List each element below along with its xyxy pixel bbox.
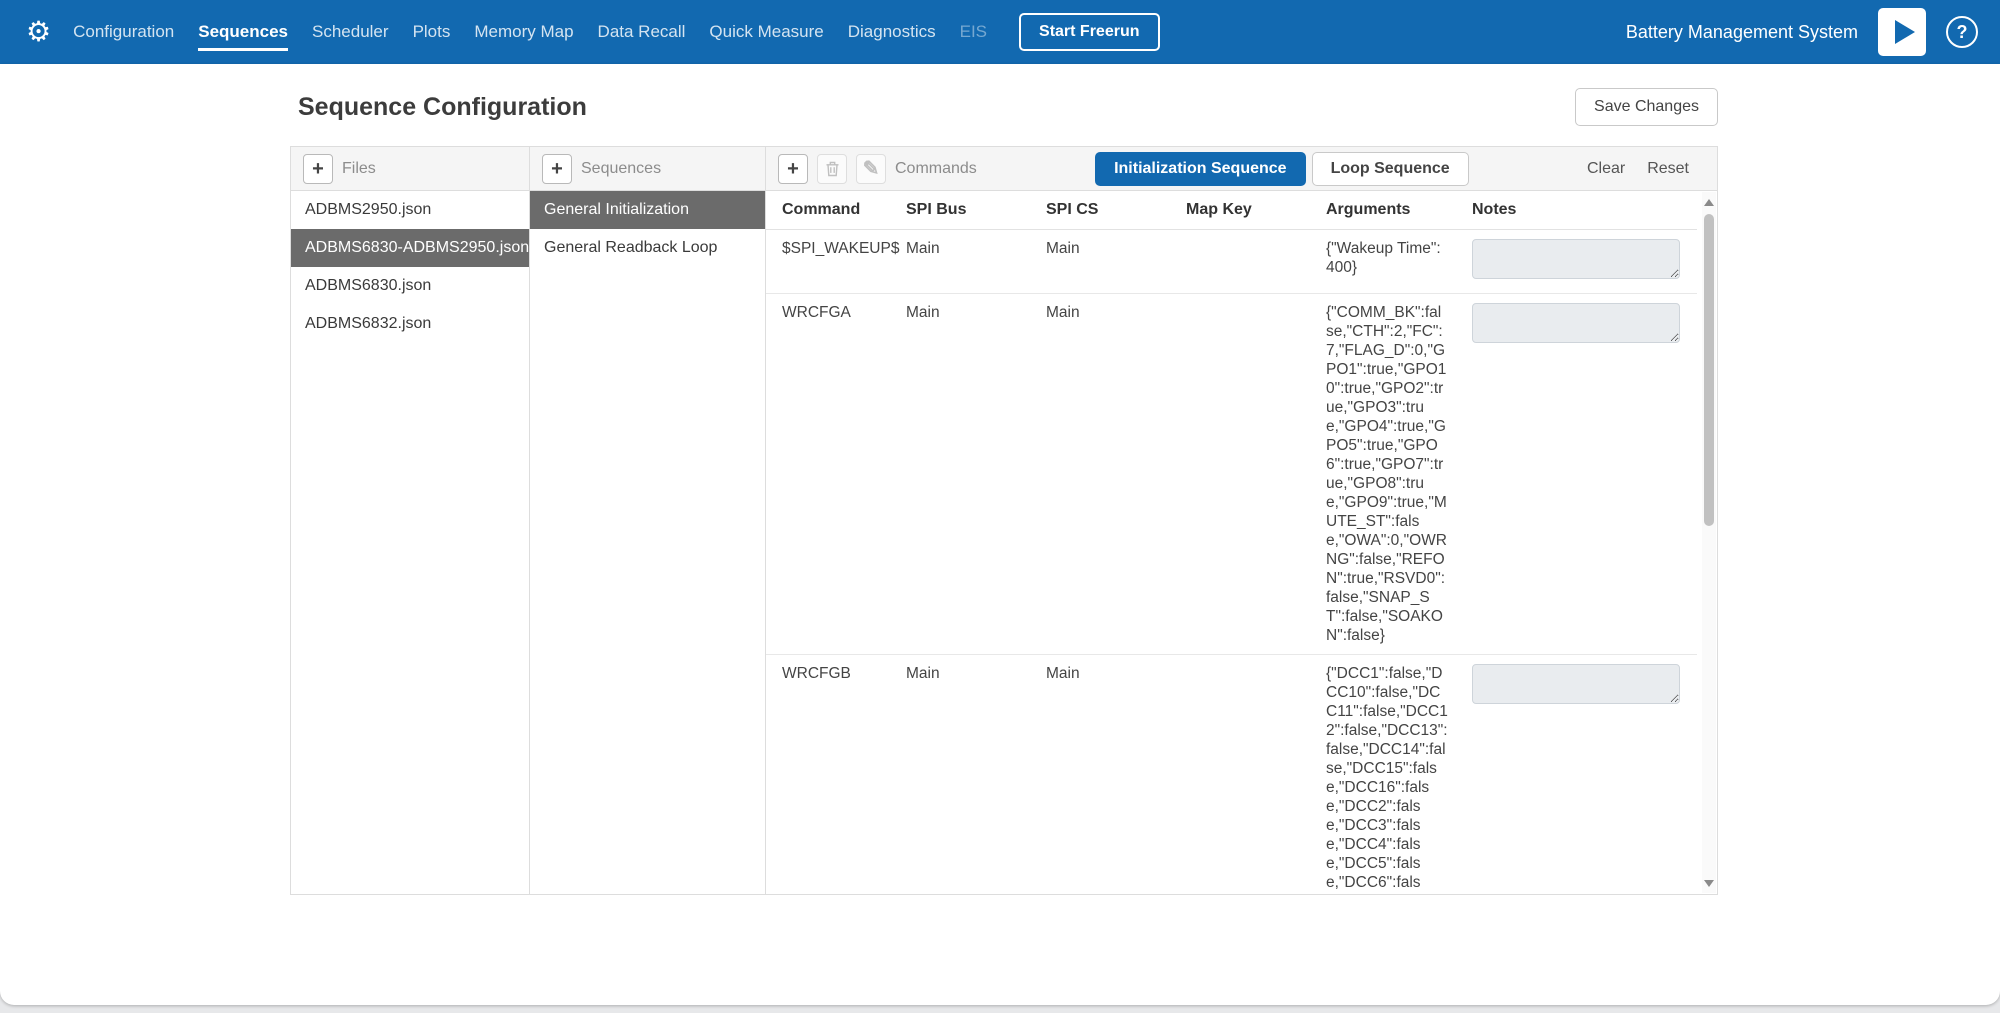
arguments-cell: {"Wakeup Time":400} bbox=[1326, 230, 1472, 294]
trash-icon bbox=[825, 161, 840, 177]
question-mark-icon: ? bbox=[1957, 22, 1968, 43]
files-panel: + Files ADBMS2950.json ADBMS6830-ADBMS29… bbox=[291, 147, 530, 894]
table-row[interactable]: $SPI_WAKEUP$ Main Main {"Wakeup Time":40… bbox=[766, 230, 1697, 294]
files-panel-title: Files bbox=[342, 160, 376, 178]
list-item[interactable]: General Readback Loop bbox=[530, 229, 765, 267]
notes-textarea[interactable] bbox=[1472, 239, 1680, 279]
edit-command-button[interactable]: ✎ bbox=[856, 154, 886, 184]
start-freerun-button[interactable]: Start Freerun bbox=[1019, 13, 1159, 51]
spi-bus-cell: Main bbox=[906, 294, 1046, 655]
command-cell: WRCFGB bbox=[766, 655, 906, 895]
spi-bus-cell: Main bbox=[906, 655, 1046, 895]
commands-panel: + ✎ Commands Initialization Sequence Loo… bbox=[766, 147, 1717, 894]
main-nav: Configuration Sequences Scheduler Plots … bbox=[73, 22, 987, 42]
play-button[interactable] bbox=[1878, 8, 1926, 56]
panels-container: + Files ADBMS2950.json ADBMS6830-ADBMS29… bbox=[290, 146, 1718, 895]
sequence-type-toggle: Initialization Sequence Loop Sequence bbox=[1095, 152, 1469, 186]
spi-cs-cell: Main bbox=[1046, 655, 1186, 895]
pencil-icon: ✎ bbox=[863, 159, 880, 179]
nav-item-data-recall[interactable]: Data Recall bbox=[598, 22, 686, 42]
list-item[interactable]: ADBMS6830-ADBMS2950.json bbox=[291, 229, 529, 267]
files-list: ADBMS2950.json ADBMS6830-ADBMS2950.json … bbox=[291, 191, 529, 343]
column-header: Map Key bbox=[1186, 191, 1326, 230]
table-row[interactable]: WRCFGB Main Main {"DCC1":false,"DCC10":f… bbox=[766, 655, 1697, 895]
list-item[interactable]: General Initialization bbox=[530, 191, 765, 229]
app-brand: Battery Management System bbox=[1626, 22, 1858, 43]
nav-item-plots[interactable]: Plots bbox=[413, 22, 451, 42]
map-key-cell bbox=[1186, 655, 1326, 895]
nav-item-memory-map[interactable]: Memory Map bbox=[474, 22, 573, 42]
navbar: ⚙ Configuration Sequences Scheduler Plot… bbox=[0, 0, 2000, 64]
list-item[interactable]: ADBMS2950.json bbox=[291, 191, 529, 229]
nav-item-eis: EIS bbox=[960, 22, 987, 42]
commands-actions: Clear Reset bbox=[1587, 160, 1705, 178]
spi-cs-cell: Main bbox=[1046, 230, 1186, 294]
scrollbar-thumb[interactable] bbox=[1704, 214, 1714, 526]
arguments-cell: {"DCC1":false,"DCC10":false,"DCC11":fals… bbox=[1326, 655, 1472, 895]
clear-button[interactable]: Clear bbox=[1587, 160, 1625, 178]
page-card: Sequence Configuration Save Changes + Fi… bbox=[0, 64, 2000, 1005]
column-header: SPI CS bbox=[1046, 191, 1186, 230]
spi-cs-cell: Main bbox=[1046, 294, 1186, 655]
sequences-list: General Initialization General Readback … bbox=[530, 191, 765, 267]
help-button[interactable]: ? bbox=[1946, 16, 1978, 48]
sequences-panel: + Sequences General Initialization Gener… bbox=[530, 147, 766, 894]
spi-bus-cell: Main bbox=[906, 230, 1046, 294]
commands-table: Command SPI Bus SPI CS Map Key Arguments… bbox=[766, 191, 1697, 894]
save-changes-button[interactable]: Save Changes bbox=[1575, 88, 1718, 126]
notes-cell bbox=[1472, 655, 1697, 895]
column-header: Command bbox=[766, 191, 906, 230]
sequences-panel-title: Sequences bbox=[581, 160, 661, 178]
sequences-panel-header: + Sequences bbox=[530, 147, 765, 191]
add-command-button[interactable]: + bbox=[778, 154, 808, 184]
gear-icon[interactable]: ⚙ bbox=[26, 18, 51, 46]
nav-item-sequences[interactable]: Sequences bbox=[198, 22, 288, 42]
files-panel-header: + Files bbox=[291, 147, 529, 191]
commands-table-wrap: Command SPI Bus SPI CS Map Key Arguments… bbox=[766, 191, 1717, 894]
delete-command-button[interactable] bbox=[817, 154, 847, 184]
scroll-up-arrow-icon[interactable] bbox=[1702, 194, 1716, 210]
nav-item-configuration[interactable]: Configuration bbox=[73, 22, 174, 42]
commands-panel-header: + ✎ Commands Initialization Sequence Loo… bbox=[766, 147, 1717, 191]
scroll-down-arrow-icon[interactable] bbox=[1702, 875, 1716, 891]
notes-cell bbox=[1472, 294, 1697, 655]
loop-sequence-tab[interactable]: Loop Sequence bbox=[1312, 152, 1469, 186]
nav-item-quick-measure[interactable]: Quick Measure bbox=[709, 22, 823, 42]
column-header: SPI Bus bbox=[906, 191, 1046, 230]
add-file-button[interactable]: + bbox=[303, 154, 333, 184]
column-header: Arguments bbox=[1326, 191, 1472, 230]
command-cell: $SPI_WAKEUP$ bbox=[766, 230, 906, 294]
play-icon bbox=[1895, 20, 1915, 44]
add-sequence-button[interactable]: + bbox=[542, 154, 572, 184]
page-title: Sequence Configuration bbox=[298, 93, 587, 122]
reset-button[interactable]: Reset bbox=[1647, 160, 1689, 178]
arguments-cell: {"COMM_BK":false,"CTH":2,"FC":7,"FLAG_D"… bbox=[1326, 294, 1472, 655]
map-key-cell bbox=[1186, 294, 1326, 655]
notes-textarea[interactable] bbox=[1472, 303, 1680, 343]
nav-item-scheduler[interactable]: Scheduler bbox=[312, 22, 389, 42]
map-key-cell bbox=[1186, 230, 1326, 294]
table-row[interactable]: WRCFGA Main Main {"COMM_BK":false,"CTH":… bbox=[766, 294, 1697, 655]
navbar-right: Battery Management System ? bbox=[1626, 8, 1978, 56]
nav-item-diagnostics[interactable]: Diagnostics bbox=[848, 22, 936, 42]
column-header: Notes bbox=[1472, 191, 1697, 230]
commands-scrollbar[interactable] bbox=[1702, 192, 1716, 893]
list-item[interactable]: ADBMS6832.json bbox=[291, 305, 529, 343]
list-item[interactable]: ADBMS6830.json bbox=[291, 267, 529, 305]
commands-panel-title: Commands bbox=[895, 160, 977, 178]
notes-cell bbox=[1472, 230, 1697, 294]
command-cell: WRCFGA bbox=[766, 294, 906, 655]
notes-textarea[interactable] bbox=[1472, 664, 1680, 704]
initialization-sequence-tab[interactable]: Initialization Sequence bbox=[1095, 152, 1305, 186]
